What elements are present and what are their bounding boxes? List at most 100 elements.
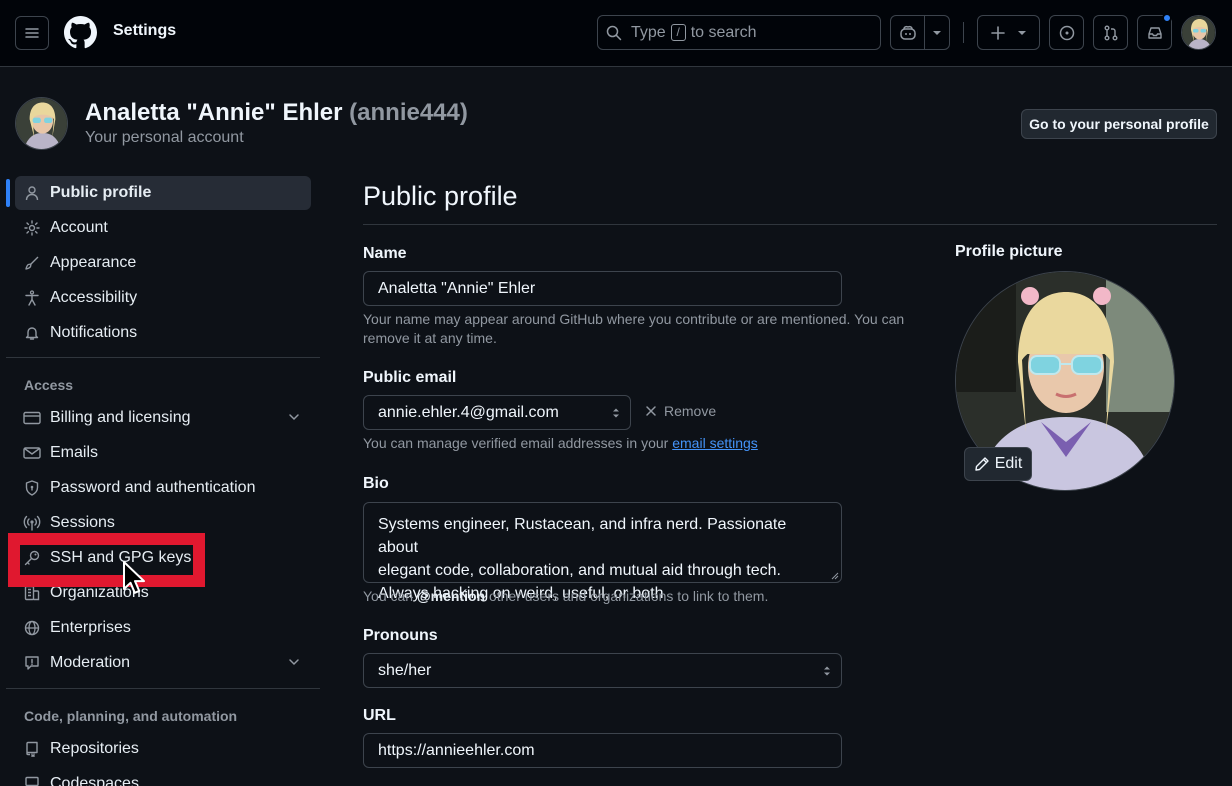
globe-icon — [24, 620, 40, 636]
active-indicator — [6, 179, 10, 207]
gear-icon — [24, 220, 40, 236]
repo-icon — [26, 741, 38, 757]
chevron-down-icon — [289, 414, 299, 421]
name-label: Name — [363, 245, 407, 262]
credit-card-icon — [23, 411, 41, 425]
sidebar-item-codespaces[interactable]: Codespaces — [15, 767, 311, 786]
paintbrush-icon — [25, 256, 39, 270]
sidebar-item-label: Sessions — [50, 514, 115, 531]
url-input[interactable]: https://annieehler.com — [363, 733, 842, 768]
bio-note-prefix: You can — [363, 588, 414, 604]
sidebar-item-label: Billing and licensing — [50, 409, 191, 426]
name-note-line: remove it at any time. — [363, 330, 497, 346]
issues-button[interactable] — [1049, 15, 1084, 50]
name-note: Your name may appear around GitHub where… — [363, 310, 904, 348]
triangle-down-icon — [933, 30, 941, 35]
sidebar-item-label: Moderation — [50, 654, 131, 671]
pronouns-select[interactable]: she/her — [363, 653, 842, 688]
sidebar-item-label: Codespaces — [50, 775, 139, 786]
display-name: Analetta "Annie" Ehler — [85, 99, 343, 126]
notification-indicator — [1162, 13, 1172, 23]
sidebar-item-appearance[interactable]: Appearance — [15, 246, 311, 280]
copilot-dropdown[interactable] — [925, 30, 949, 36]
sidebar-item-notifications[interactable]: Notifications — [15, 316, 311, 350]
copilot-icon — [899, 25, 916, 40]
pull-requests-button[interactable] — [1093, 15, 1128, 50]
remove-email-button[interactable]: Remove — [645, 403, 716, 419]
avatar — [16, 98, 67, 149]
name-input[interactable]: Analetta "Annie" Ehler — [363, 271, 842, 306]
sidebar-item-label: Password and authentication — [50, 479, 256, 496]
sidebar-item-password-authentication[interactable]: Password and authentication — [15, 471, 311, 505]
report-icon — [25, 656, 39, 670]
bio-note-mention: @mention — [416, 588, 486, 604]
inbox-icon — [1147, 26, 1162, 39]
edit-profile-picture-button[interactable]: Edit — [964, 447, 1032, 481]
sidebar-item-account[interactable]: Account — [15, 211, 311, 245]
menu-icon — [25, 28, 39, 38]
access-section-title: Access — [24, 377, 74, 393]
top-header: Settings Type / to search — [0, 0, 1232, 67]
codespaces-icon — [25, 776, 39, 786]
public-email-select[interactable]: annie.ehler.4@gmail.com — [363, 395, 631, 430]
context-title[interactable]: Settings — [113, 22, 176, 40]
copilot-button-group[interactable] — [890, 15, 950, 50]
issues-icon — [1059, 25, 1074, 40]
shield-lock-icon — [25, 480, 39, 496]
public-email-value: annie.ehler.4@gmail.com — [378, 403, 559, 421]
copilot-button[interactable] — [891, 16, 925, 49]
broadcast-icon — [23, 515, 41, 531]
sidebar-item-enterprises[interactable]: Enterprises — [15, 611, 311, 645]
sidebar-item-public-profile[interactable]: Public profile — [15, 176, 311, 210]
url-label: URL — [363, 707, 396, 724]
sidebar-item-label: Appearance — [50, 254, 137, 271]
person-icon — [25, 186, 39, 201]
pull-requests-icon — [1104, 25, 1117, 40]
sidebar-item-emails[interactable]: Emails — [15, 436, 311, 470]
bio-line: elegant code, collaboration, and mutual … — [378, 562, 781, 579]
sidebar-item-accessibility[interactable]: Accessibility — [15, 281, 311, 315]
go-to-profile-button[interactable]: Go to your personal profile — [1021, 109, 1217, 139]
create-new-button[interactable] — [977, 15, 1040, 50]
sidebar-item-label: Enterprises — [50, 619, 131, 636]
sidebar-item-label: SSH and GPG keys — [50, 549, 192, 566]
search-prefix: Type — [631, 23, 666, 41]
account-subtitle: Your personal account — [85, 129, 244, 146]
page-title: Public profile — [363, 181, 518, 211]
pencil-icon — [975, 457, 989, 471]
remove-label: Remove — [664, 403, 717, 419]
bio-textarea[interactable]: Systems engineer, Rustacean, and infra n… — [363, 502, 842, 602]
bio-note-suffix: other users and organizations to link to… — [488, 588, 769, 604]
user-avatar-button[interactable] — [1181, 15, 1216, 50]
accessibility-icon — [25, 290, 39, 306]
email-settings-link[interactable]: email settings — [672, 435, 758, 451]
sidebar-item-organizations[interactable]: Organizations — [15, 576, 311, 610]
search-suffix: to search — [690, 23, 757, 41]
email-note: You can manage verified email addresses … — [363, 434, 758, 453]
account-handle: (annie444) — [349, 99, 468, 126]
avatar — [1182, 16, 1215, 49]
header-divider — [963, 22, 964, 43]
sidebar-item-label: Notifications — [50, 324, 138, 341]
menu-button[interactable] — [15, 16, 49, 50]
sidebar-item-repositories[interactable]: Repositories — [15, 732, 311, 766]
sidebar-item-ssh-gpg-keys[interactable]: SSH and GPG keys — [15, 541, 311, 575]
sidebar-item-label: Account — [50, 219, 108, 236]
sidebar-divider — [6, 688, 320, 689]
sidebar-item-billing[interactable]: Billing and licensing — [15, 401, 311, 435]
organization-icon — [24, 585, 40, 601]
sidebar-item-label: Emails — [50, 444, 99, 461]
resize-handle-icon[interactable] — [831, 572, 839, 580]
close-icon — [646, 406, 656, 416]
github-logo[interactable] — [64, 16, 97, 49]
code-section-title: Code, planning, and automation — [24, 708, 238, 724]
triangle-down-icon — [1017, 30, 1026, 35]
bio-line: Systems engineer, Rustacean, and infra n… — [378, 516, 787, 556]
search-shortcut-key: / — [670, 24, 686, 41]
account-avatar — [15, 97, 68, 150]
sidebar-item-moderation[interactable]: Moderation — [15, 646, 311, 680]
public-email-label: Public email — [363, 369, 457, 386]
search-button[interactable]: Type / to search — [597, 15, 881, 50]
title-divider — [363, 224, 1217, 225]
sidebar-item-sessions[interactable]: Sessions — [15, 506, 311, 540]
